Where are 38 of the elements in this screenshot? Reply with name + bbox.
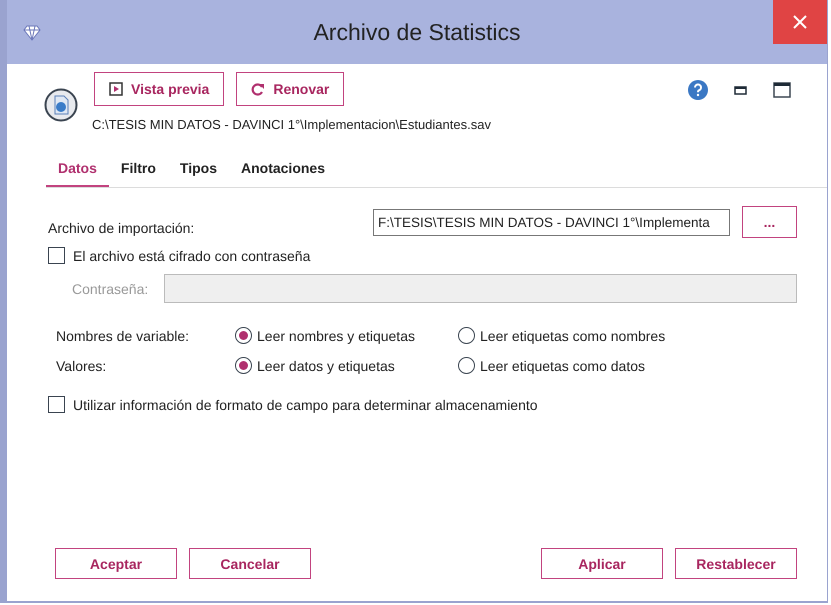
radio-label: Leer etiquetas como datos <box>480 358 645 374</box>
radio-button[interactable] <box>458 327 475 344</box>
maximize-icon[interactable] <box>773 82 791 98</box>
file-path: C:\TESIS MIN DATOS - DAVINCI 1°\Implementacion\Estudiantes.sav <box>92 117 492 132</box>
apply-button[interactable]: Aplicar <box>541 548 663 579</box>
close-button[interactable] <box>773 0 827 44</box>
tab[interactable]: Filtro <box>108 156 168 187</box>
help-icon[interactable] <box>688 80 708 100</box>
minimize-icon[interactable] <box>734 86 747 94</box>
tab[interactable]: Anotaciones <box>228 156 337 187</box>
radio-button[interactable] <box>458 357 475 374</box>
play-icon <box>109 82 123 96</box>
field-label: Contraseña: <box>72 280 148 296</box>
checkbox-label: Utilizar información de formato de campo para determinar almacenamiento <box>73 396 538 412</box>
radio-label: Leer datos y etiquetas <box>257 358 395 374</box>
radio-button[interactable] <box>235 357 252 374</box>
field-label: Archivo de importación: <box>48 219 196 236</box>
browse-button[interactable]: ... <box>742 206 797 238</box>
close-icon <box>792 14 808 30</box>
refresh-button[interactable]: Renovar <box>236 72 344 106</box>
radio-label: Leer nombres y etiquetas <box>257 328 415 344</box>
tab[interactable]: Tipos <box>168 156 229 187</box>
reset-button[interactable]: Restablecer <box>675 548 797 579</box>
radio-label: Leer etiquetas como nombres <box>480 328 666 344</box>
window-title: Archivo de Statistics <box>312 18 522 46</box>
preview-button[interactable]: Vista previa <box>94 72 224 106</box>
checkbox[interactable] <box>48 396 65 413</box>
cancel-button[interactable]: Cancelar <box>189 548 311 579</box>
checkbox[interactable] <box>48 247 65 264</box>
field-label: Nombres de variable: <box>56 328 190 344</box>
ok-button[interactable]: Aceptar <box>55 548 177 579</box>
document-globe-icon <box>44 88 78 122</box>
input-field[interactable]: F:\TESIS\TESIS MIN DATOS - DAVINCI 1°\Implementa <box>373 208 730 236</box>
field-label: Valores: <box>56 358 108 374</box>
diamond-icon <box>23 25 41 41</box>
checkbox-label: El archivo está cifrado con contraseña <box>73 248 310 264</box>
refresh-icon <box>251 82 266 96</box>
radio-button[interactable] <box>235 327 252 344</box>
